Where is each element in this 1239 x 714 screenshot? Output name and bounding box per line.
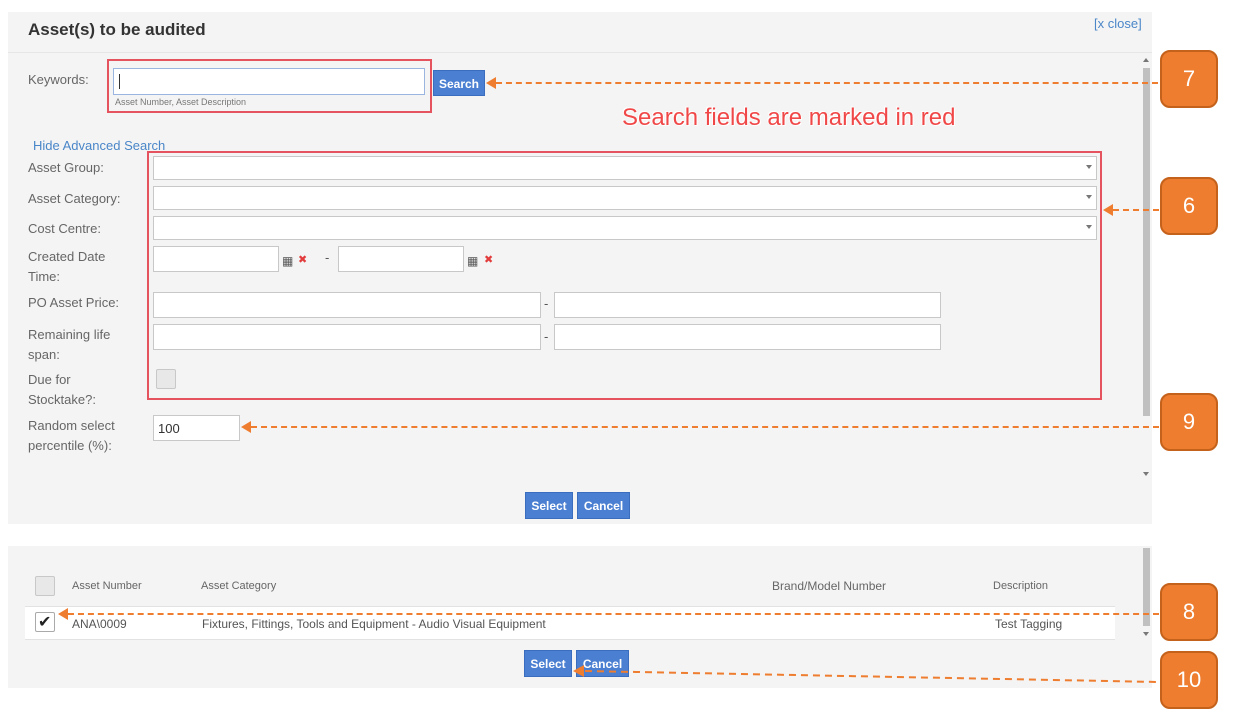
callout-10-badge: 10	[1160, 651, 1218, 709]
callout-10-line	[573, 665, 1160, 683]
